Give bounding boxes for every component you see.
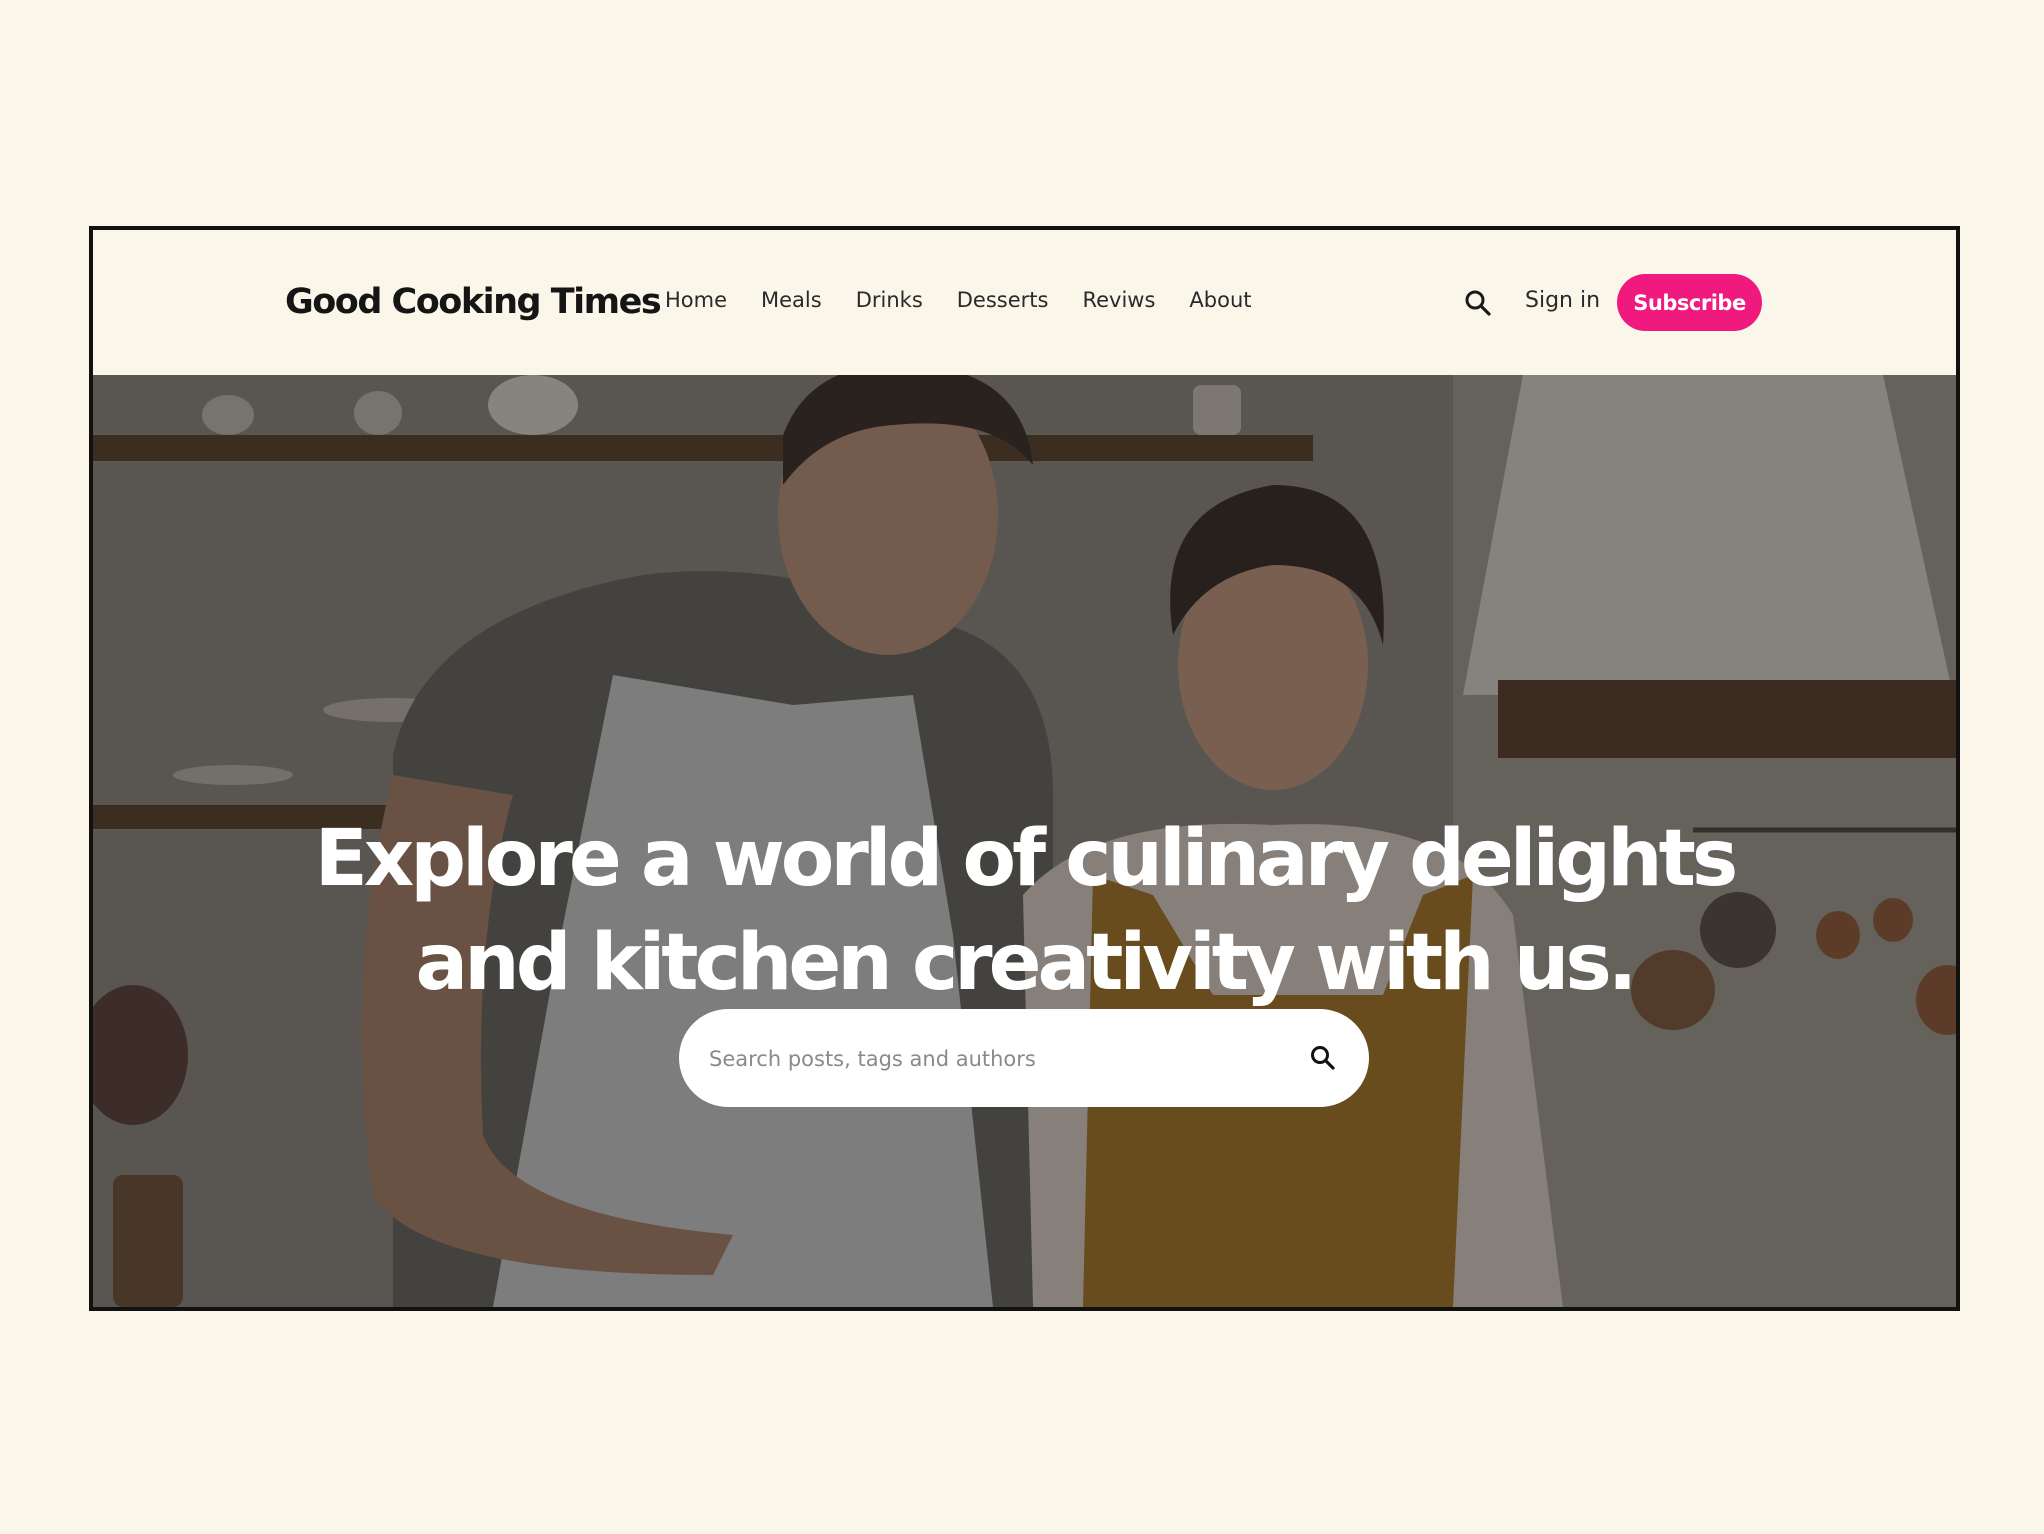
subscribe-button[interactable]: Subscribe bbox=[1617, 274, 1762, 331]
site-header: Good Cooking Times Home Meals Drinks Des… bbox=[93, 230, 1956, 375]
hero-search-box bbox=[679, 1009, 1369, 1109]
hero-search-input[interactable] bbox=[707, 1009, 1271, 1109]
nav-link-drinks[interactable]: Drinks bbox=[856, 288, 923, 312]
nav-link-reviews[interactable]: Reviws bbox=[1082, 288, 1155, 312]
hero-section: Explore a world of culinary delights and… bbox=[93, 375, 1956, 1307]
site-logo[interactable]: Good Cooking Times bbox=[285, 282, 662, 322]
site-frame: Good Cooking Times Home Meals Drinks Des… bbox=[89, 226, 1960, 1311]
hero-headline: Explore a world of culinary delights and… bbox=[93, 807, 1956, 1015]
search-icon[interactable] bbox=[1309, 1044, 1337, 1072]
search-icon[interactable] bbox=[1463, 288, 1493, 318]
nav-link-meals[interactable]: Meals bbox=[761, 288, 822, 312]
sign-in-link[interactable]: Sign in bbox=[1525, 288, 1600, 313]
hero-headline-line-1: Explore a world of culinary delights bbox=[314, 814, 1739, 905]
nav-link-desserts[interactable]: Desserts bbox=[957, 288, 1049, 312]
main-nav: Home Meals Drinks Desserts Reviws About bbox=[665, 288, 1286, 312]
nav-link-home[interactable]: Home bbox=[665, 288, 727, 312]
nav-link-about[interactable]: About bbox=[1189, 288, 1251, 312]
hero-headline-line-2: and kitchen creativity with us. bbox=[415, 918, 1638, 1009]
